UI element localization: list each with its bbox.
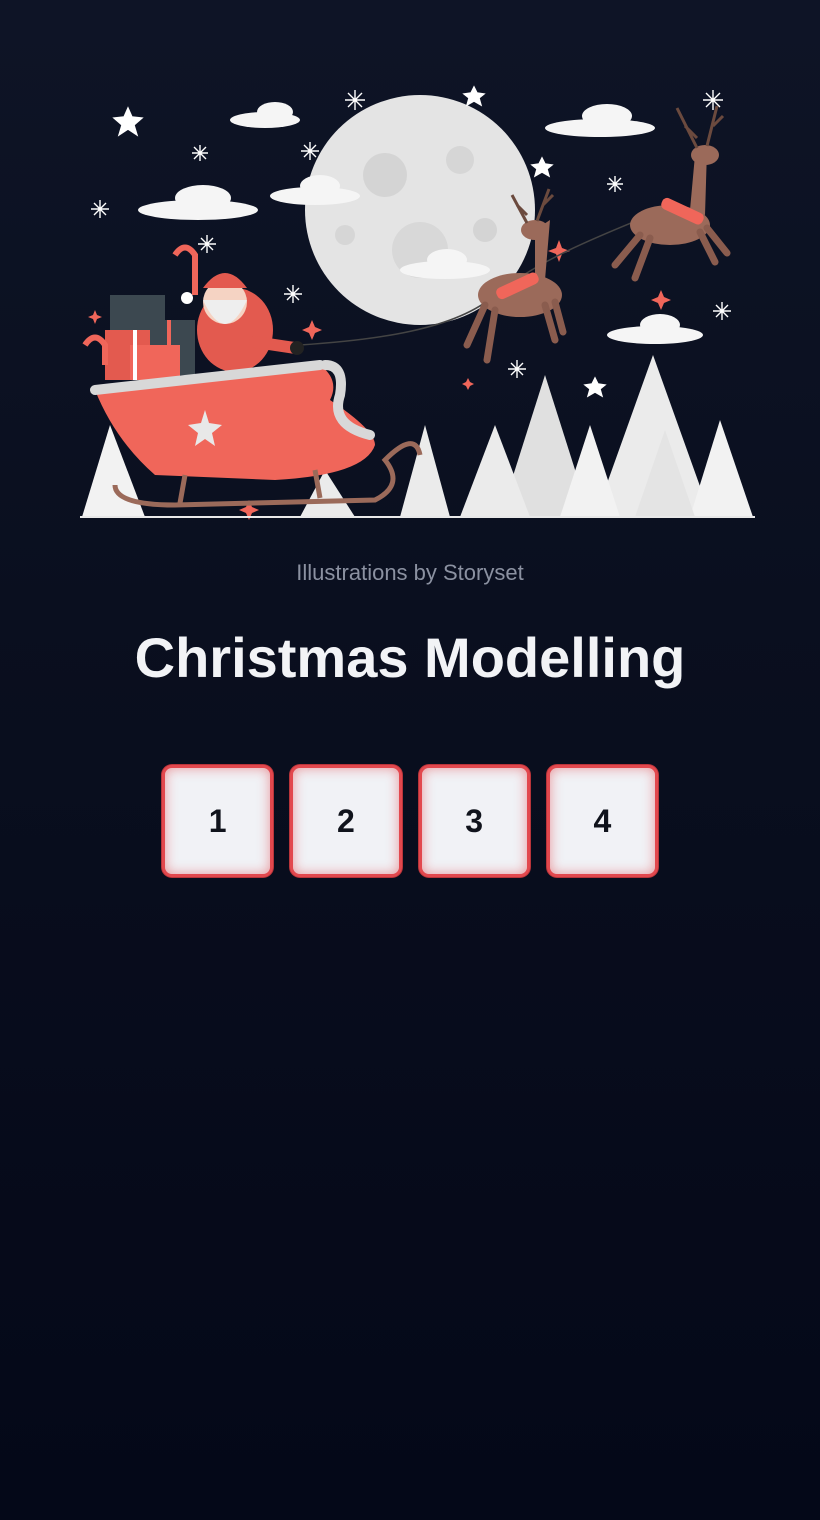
sleigh-shape xyxy=(90,360,423,508)
page-title: Christmas Modelling xyxy=(134,626,686,689)
model-3-button[interactable]: 3 xyxy=(418,765,530,877)
christmas-illustration xyxy=(80,85,755,520)
page: Illustrations by Storyset Christmas Mode… xyxy=(0,0,820,1520)
illustration-credit[interactable]: Illustrations by Storyset xyxy=(0,560,820,586)
model-2-button[interactable]: 2 xyxy=(290,765,402,877)
model-1-button[interactable]: 1 xyxy=(162,765,274,877)
model-selector: 1 2 3 4 xyxy=(162,765,658,877)
model-4-button[interactable]: 4 xyxy=(546,765,658,877)
gift-box-shapes xyxy=(82,244,198,380)
ground-line xyxy=(80,516,755,518)
